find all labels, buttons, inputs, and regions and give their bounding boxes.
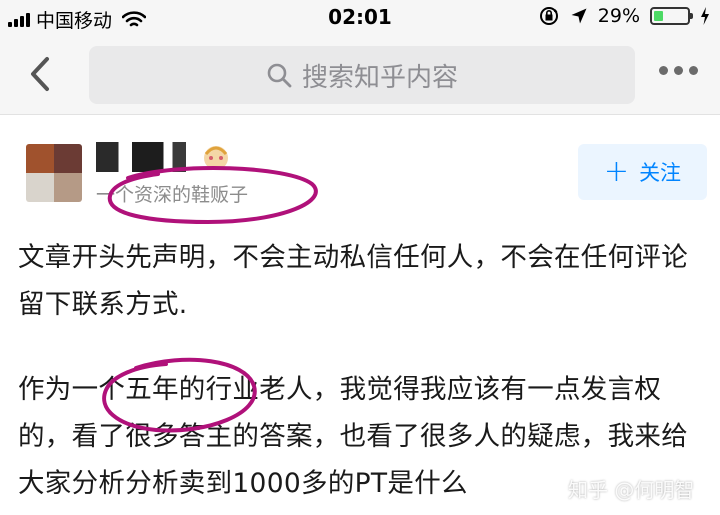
- follow-button[interactable]: + 关注: [578, 144, 707, 200]
- search-icon: [267, 63, 292, 88]
- battery-level-fill: [654, 11, 664, 21]
- plus-icon: +: [603, 154, 630, 189]
- nav-bar: 搜索知乎内容: [0, 36, 720, 115]
- search-placeholder: 搜索知乎内容: [301, 62, 458, 93]
- more-icon[interactable]: [659, 66, 698, 75]
- watermark: 知乎 @何明智: [568, 478, 695, 502]
- chevron-left-icon[interactable]: [22, 54, 62, 94]
- rotation-lock-icon: [539, 7, 558, 25]
- status-bar: 中国移动 02:01 29%: [0, 0, 720, 36]
- battery-percent: 29%: [597, 5, 640, 27]
- article-paragraph: 文章开头先声明，不会主动私信任何人，不会在任何评论留下联系方式.: [18, 242, 688, 320]
- location-icon: [571, 8, 587, 24]
- charging-icon: [701, 7, 709, 25]
- article-content: 文章开头先声明，不会主动私信任何人，不会在任何评论留下联系方式. 作为一个五年的…: [18, 234, 708, 507]
- follow-label: 关注: [639, 161, 682, 185]
- author-name-obscured[interactable]: [96, 142, 186, 172]
- status-right: 29%: [538, 5, 710, 27]
- search-input[interactable]: 搜索知乎内容: [89, 46, 635, 104]
- author-bio: 一个资深的鞋贩子: [96, 184, 249, 206]
- author-row: 一个资深的鞋贩子 + 关注: [0, 130, 720, 210]
- avatar[interactable]: [26, 144, 82, 202]
- battery-icon: [650, 7, 693, 25]
- author-badge-icon: [204, 146, 228, 170]
